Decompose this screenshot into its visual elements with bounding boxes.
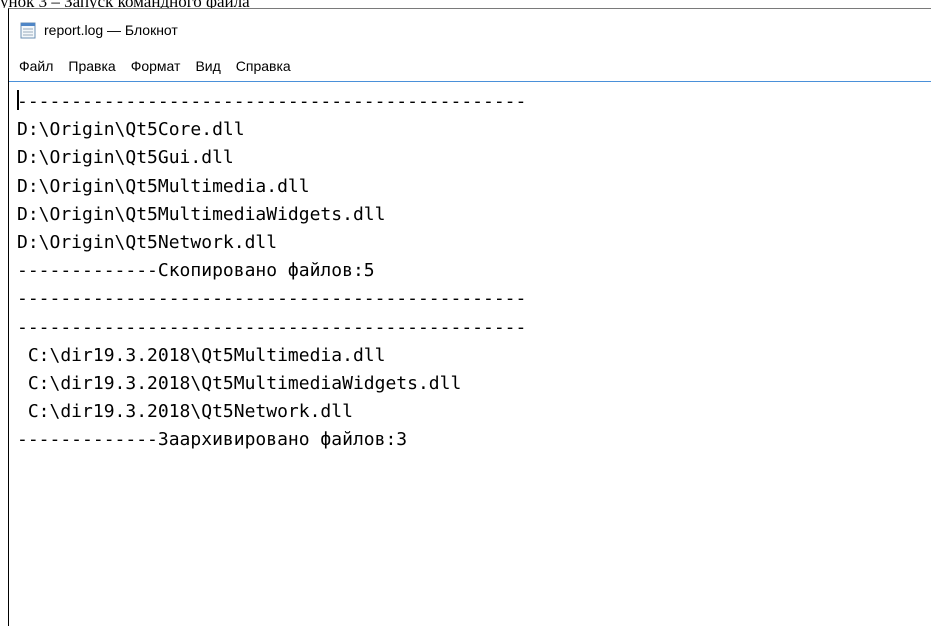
notepad-window: report.log — Блокнот Файл Правка Формат … (8, 8, 931, 626)
figure-caption: унок 3 – Запуск командного файла (0, 0, 931, 8)
text-editor[interactable]: ----------------------------------------… (9, 82, 931, 626)
window-title: report.log — Блокнот (44, 22, 178, 38)
text-line: D:\Origin\Qt5Core.dll (17, 119, 245, 141)
text-line: D:\Origin\Qt5Multimedia.dll (17, 175, 310, 197)
text-line: D:\Origin\Qt5Network.dll (17, 231, 278, 253)
text-line: C:\dir19.3.2018\Qt5MultimediaWidgets.dll (17, 372, 462, 394)
text-caret (17, 90, 19, 110)
text-line: -------------Заархивировано файлов:3 (17, 429, 408, 451)
menu-help[interactable]: Справка (229, 54, 298, 78)
text-line: C:\dir19.3.2018\Qt5Multimedia.dll (17, 344, 386, 366)
menu-format[interactable]: Формат (124, 54, 188, 78)
menu-edit[interactable]: Правка (61, 54, 122, 78)
text-line: ----------------------------------------… (17, 91, 527, 112)
title-bar[interactable]: report.log — Блокнот (9, 9, 931, 51)
menu-file[interactable]: Файл (12, 54, 60, 78)
text-line: D:\Origin\Qt5MultimediaWidgets.dll (17, 203, 386, 225)
text-line: D:\Origin\Qt5Gui.dll (17, 147, 234, 169)
text-line: ----------------------------------------… (17, 316, 527, 338)
text-line: C:\dir19.3.2018\Qt5Network.dll (17, 401, 353, 423)
notepad-icon (19, 21, 37, 39)
menu-view[interactable]: Вид (188, 54, 227, 78)
menu-bar: Файл Правка Формат Вид Справка (9, 51, 931, 82)
text-line: -------------Скопировано файлов:5 (17, 260, 375, 282)
text-line: ----------------------------------------… (17, 288, 527, 310)
